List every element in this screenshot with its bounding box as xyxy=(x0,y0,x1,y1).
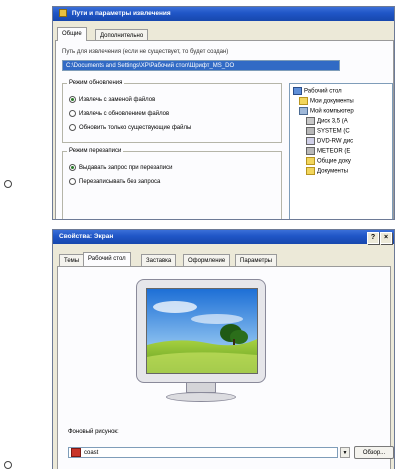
extract-options-window: Пути и параметры извлечения Общие Дополн… xyxy=(52,6,395,220)
wallpaper-preview xyxy=(146,288,258,374)
drive-icon xyxy=(306,127,315,135)
tree-item-my-documents[interactable]: Мои документы xyxy=(299,97,354,105)
tab-desktop[interactable]: Рабочий стол xyxy=(83,252,131,266)
drive-icon xyxy=(306,147,315,155)
radio[interactable] xyxy=(69,124,76,131)
tab-themes[interactable]: Темы xyxy=(59,254,85,266)
list-bullet-2 xyxy=(4,461,12,469)
tree-item-desktop[interactable]: Рабочий стол xyxy=(293,87,342,95)
update-option-update[interactable]: Извлечь с обновлением файлов xyxy=(69,110,169,117)
scrollbar-arrow-icon[interactable]: ▼ xyxy=(340,447,350,458)
background-select[interactable]: coast xyxy=(68,447,338,458)
window-title: Свойства: Экран xyxy=(59,233,114,240)
monitor-base xyxy=(166,392,236,402)
background-label: Фоновый рисунок: xyxy=(68,429,119,435)
update-mode-group: Режим обновления Извлечь с заменой файло… xyxy=(62,80,282,143)
tree-item-meteor[interactable]: METEOR (E xyxy=(306,147,350,155)
tab-panel: Путь для извлечения (если не существует,… xyxy=(55,40,394,219)
help-button[interactable]: ? xyxy=(367,232,379,244)
window-title: Пути и параметры извлечения xyxy=(71,10,171,17)
browse-button[interactable]: Обзор... xyxy=(354,446,394,459)
image-file-icon xyxy=(71,448,81,457)
tab-settings[interactable]: Параметры xyxy=(235,254,277,266)
overwrite-option-ask[interactable]: Выдавать запрос при перезаписи xyxy=(69,164,172,171)
tree-item-shared-docs[interactable]: Общие доку xyxy=(306,157,351,165)
update-mode-title: Режим обновления xyxy=(67,80,125,86)
tree-item-floppy[interactable]: Диск 3,5 (A xyxy=(306,117,348,125)
path-label: Путь для извлечения (если не существует,… xyxy=(62,49,229,55)
tree-item-system[interactable]: SYSTEM (C xyxy=(306,127,350,135)
desktop-icon xyxy=(293,87,302,95)
tab-panel: Фоновый рисунок: coast ▼ Обзор... xyxy=(57,266,394,469)
monitor-preview xyxy=(136,279,266,407)
overwrite-option-silent[interactable]: Перезаписывать без запроса xyxy=(69,178,160,185)
folder-icon xyxy=(299,97,308,105)
radio-selected[interactable] xyxy=(69,96,76,103)
tab-screensaver[interactable]: Заставка xyxy=(141,254,177,266)
update-option-replace[interactable]: Извлечь с заменой файлов xyxy=(69,96,155,103)
tree-item-documents[interactable]: Документы xyxy=(306,167,348,175)
overwrite-mode-title: Режим перезаписи xyxy=(67,148,124,154)
folder-icon xyxy=(306,167,315,175)
radio[interactable] xyxy=(69,110,76,117)
title-bar: Свойства: Экран xyxy=(53,230,394,244)
extract-path-field[interactable]: C:\Documents and Settings\XP\Рабочий сто… xyxy=(62,60,340,71)
overwrite-mode-group: Режим перезаписи Выдавать запрос при пер… xyxy=(62,148,282,219)
display-properties-window: Свойства: Экран ? × Темы Рабочий стол За… xyxy=(52,229,395,469)
tree-item-my-computer[interactable]: Мой компьютер xyxy=(299,107,354,115)
close-button[interactable]: × xyxy=(380,232,392,244)
title-bar: Пути и параметры извлечения xyxy=(53,7,394,21)
floppy-icon xyxy=(306,117,315,125)
radio-selected[interactable] xyxy=(69,164,76,171)
list-bullet-1 xyxy=(4,180,12,188)
wallpaper-image xyxy=(147,289,257,373)
tree-item-dvd[interactable]: DVD-RW дис xyxy=(306,137,353,145)
update-option-existing[interactable]: Обновить только существующие файлы xyxy=(69,124,191,131)
tab-general[interactable]: Общие xyxy=(57,27,87,41)
computer-icon xyxy=(299,107,308,115)
folder-tree[interactable]: Рабочий стол Мои документы Мой компьютер… xyxy=(289,83,393,219)
radio[interactable] xyxy=(69,178,76,185)
window-icon xyxy=(59,9,67,18)
background-value: coast xyxy=(84,450,99,457)
folder-icon xyxy=(306,157,315,165)
tab-appearance[interactable]: Оформление xyxy=(183,254,231,266)
dvd-icon xyxy=(306,137,315,145)
